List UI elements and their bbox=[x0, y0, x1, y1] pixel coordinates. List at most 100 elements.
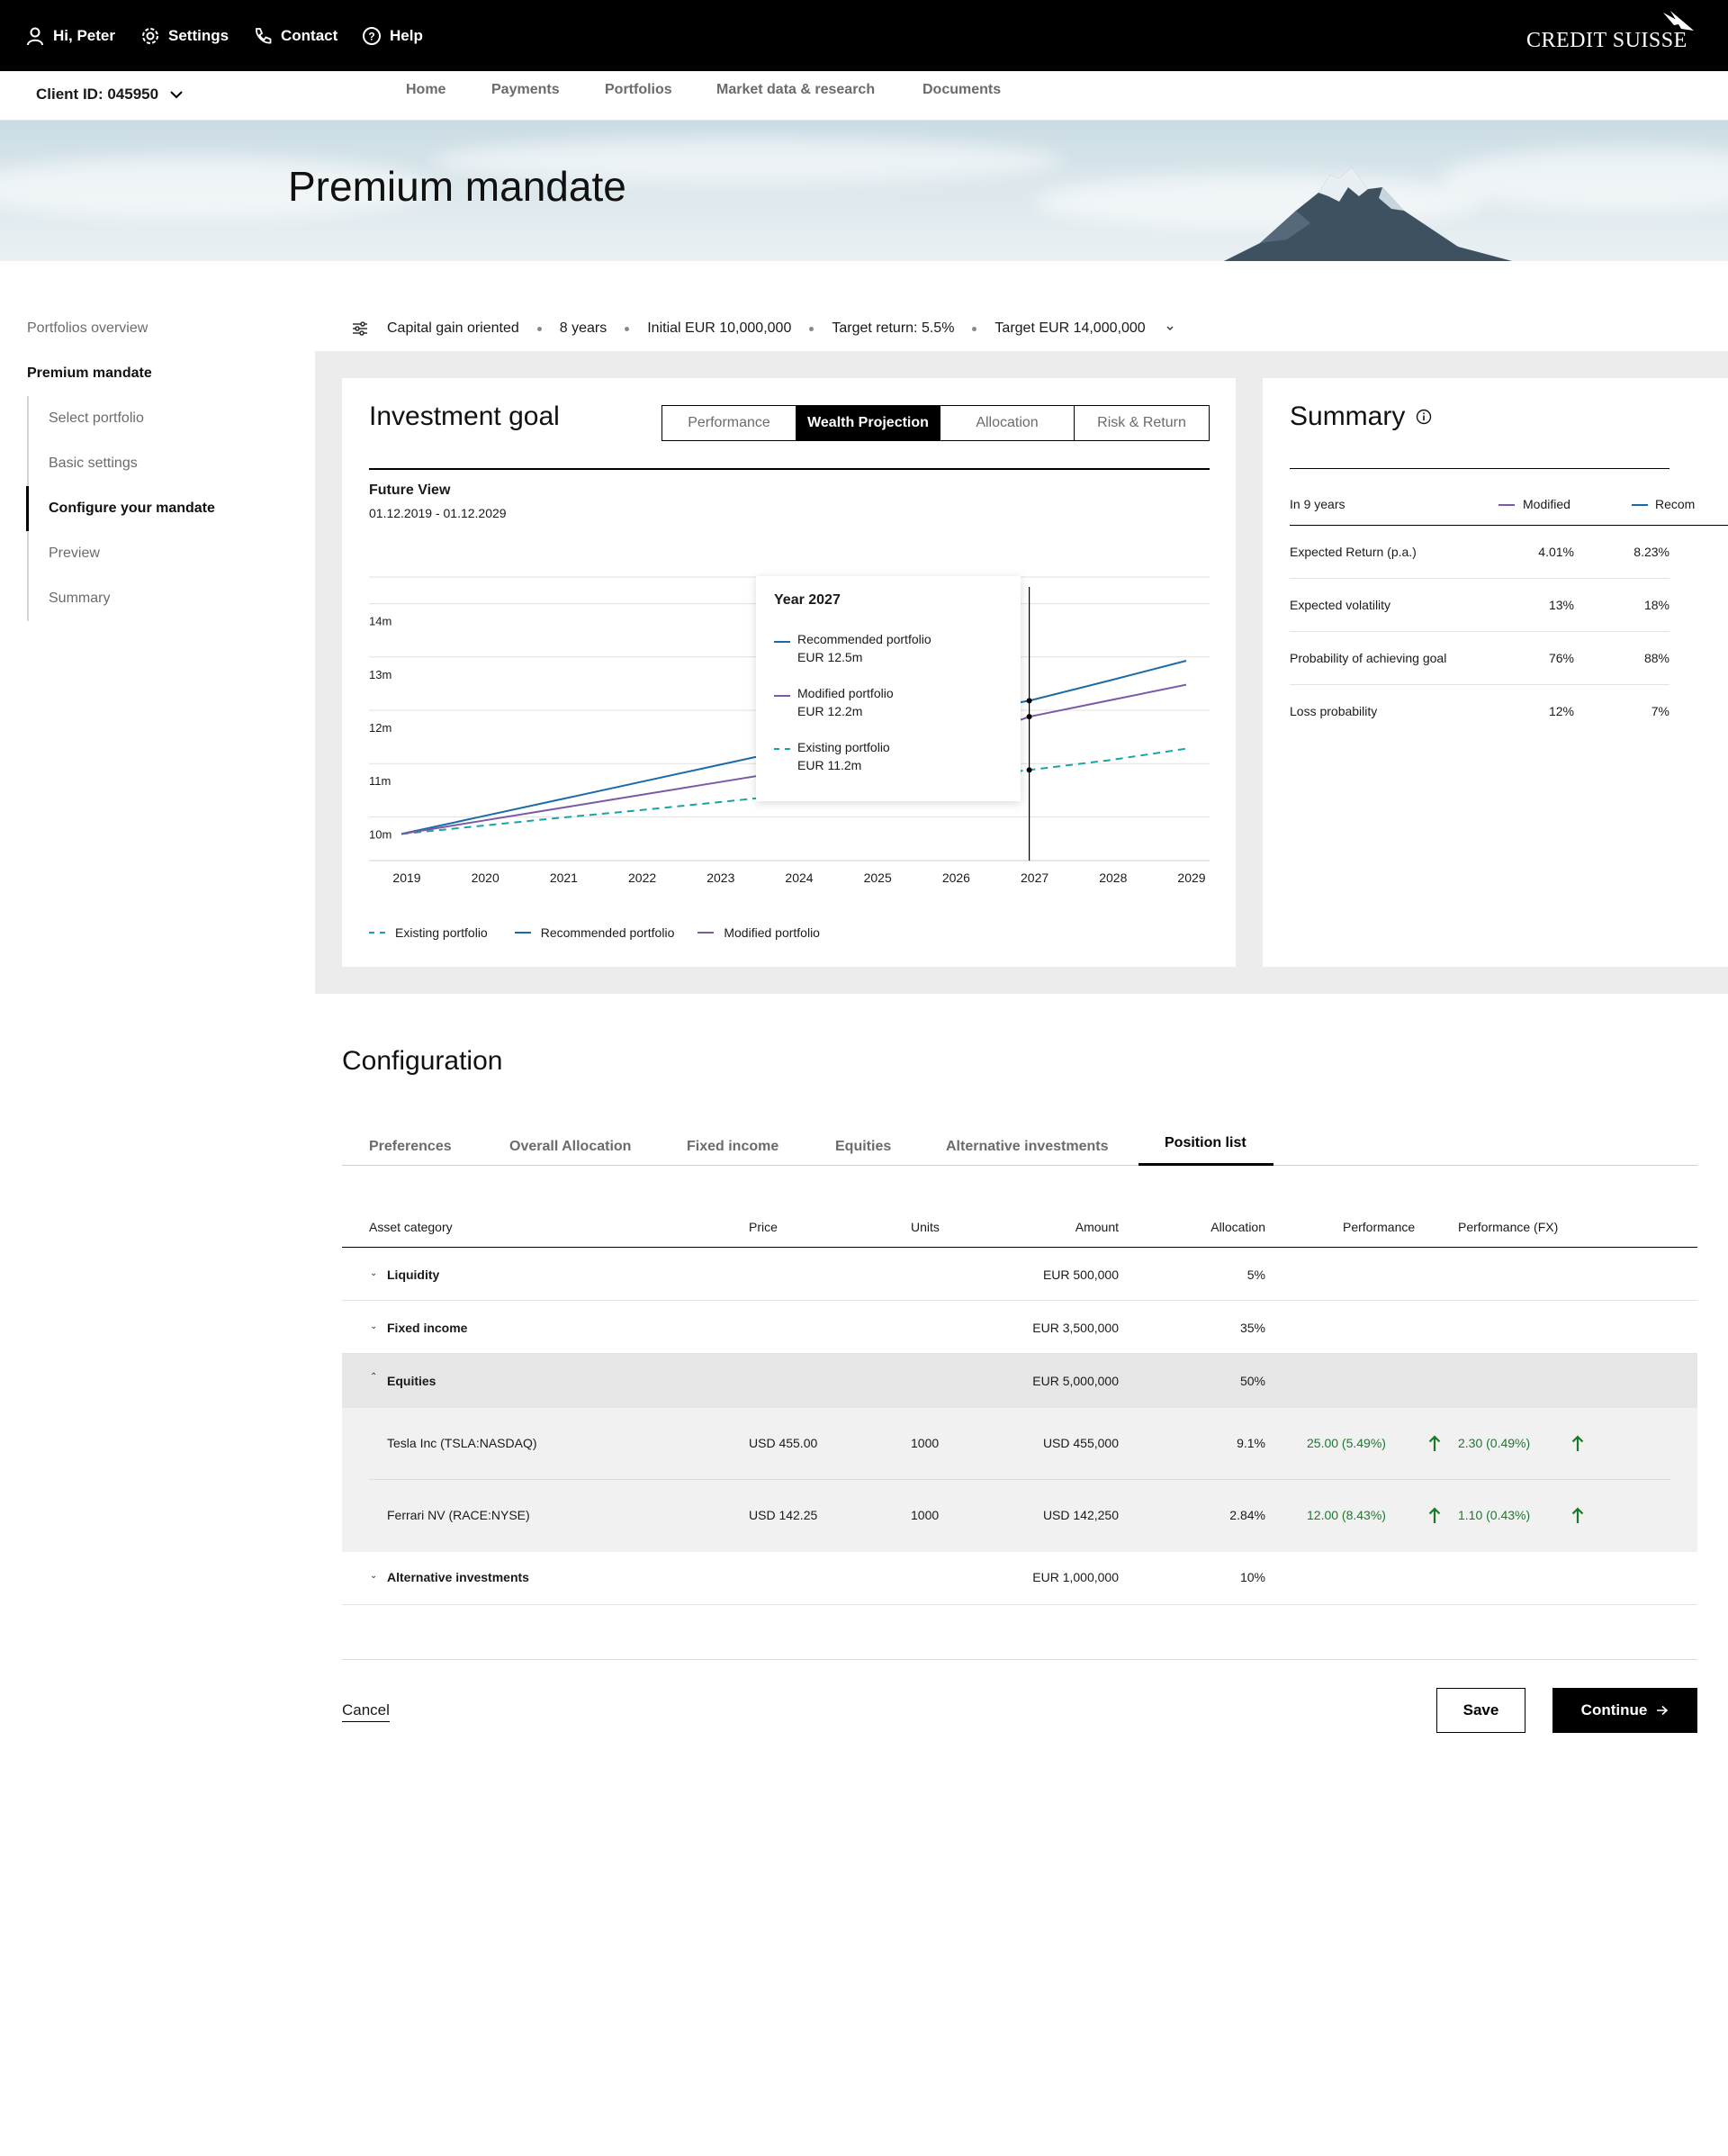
nav-portfolios[interactable]: Portfolios bbox=[605, 71, 672, 109]
step-preview[interactable]: Preview bbox=[49, 546, 100, 562]
position-row-tesla[interactable]: Tesla Inc (TSLA:NASDAQ) USD 455.00 1000 … bbox=[369, 1408, 1670, 1480]
x-tick-label: 2019 bbox=[392, 871, 420, 885]
x-tick-label: 2028 bbox=[1099, 871, 1127, 885]
nav-market-data[interactable]: Market data & research bbox=[716, 71, 875, 109]
save-button[interactable]: Save bbox=[1436, 1688, 1526, 1733]
tab-wealth-projection[interactable]: Wealth Projection bbox=[796, 406, 940, 440]
summary-row-label: Probability of achieving goal bbox=[1290, 651, 1447, 665]
position-performance: 12.00 (8.43%) bbox=[1307, 1508, 1386, 1522]
nav-home[interactable]: Home bbox=[406, 71, 446, 109]
settings-label: Settings bbox=[168, 26, 230, 44]
filter-horizon: 8 years bbox=[559, 320, 608, 336]
row-name: Fixed income bbox=[387, 1321, 468, 1335]
equities-positions: Tesla Inc (TSLA:NASDAQ) USD 455.00 1000 … bbox=[342, 1408, 1697, 1552]
phone-icon bbox=[256, 27, 272, 43]
position-name: Tesla Inc (TSLA:NASDAQ) bbox=[387, 1436, 537, 1450]
cancel-link[interactable]: Cancel bbox=[342, 1701, 390, 1722]
chevron-down-icon[interactable]: ⌄ bbox=[370, 1268, 377, 1278]
position-allocation: 2.84% bbox=[1229, 1508, 1265, 1522]
summary-row-label: Expected Return (p.a.) bbox=[1290, 545, 1417, 559]
configuration-tabs: Preferences Overall Allocation Fixed inc… bbox=[342, 1130, 1697, 1166]
table-row-equities[interactable]: ⌃ Equities EUR 5,000,000 50% bbox=[342, 1354, 1697, 1408]
nav-portfolios-overview[interactable]: Portfolios overview bbox=[27, 320, 148, 337]
nav-payments[interactable]: Payments bbox=[491, 71, 560, 109]
summary-row-recommended: 8.23% bbox=[1634, 545, 1670, 559]
x-tick-label: 2021 bbox=[550, 871, 578, 885]
nav-home-label: Home bbox=[406, 82, 446, 97]
summary-row-expected-volatility: Expected volatility 13% 18% bbox=[1290, 579, 1670, 632]
table-row-alternative-investments[interactable]: ⌄ Alternative investments EUR 1,000,000 … bbox=[342, 1552, 1697, 1605]
svg-text:?: ? bbox=[368, 30, 374, 42]
chart-subtitle: Future View bbox=[369, 483, 451, 498]
continue-button[interactable]: Continue bbox=[1552, 1688, 1697, 1733]
help-link[interactable]: ? Help bbox=[362, 0, 423, 71]
chevron-down-icon[interactable]: ⌄ bbox=[370, 1571, 377, 1581]
tab-allocation[interactable]: Allocation bbox=[940, 406, 1075, 440]
contact-link[interactable]: Contact bbox=[253, 0, 338, 71]
tab-preferences[interactable]: Preferences bbox=[369, 1139, 452, 1155]
summary-row-loss-probability: Loss probability 12% 7% bbox=[1290, 685, 1670, 738]
step-select-portfolio[interactable]: Select portfolio bbox=[49, 410, 144, 427]
row-name: Liquidity bbox=[387, 1267, 440, 1282]
info-icon[interactable] bbox=[1416, 409, 1432, 425]
tooltip-modified-value: EUR 12.2m bbox=[797, 704, 863, 718]
credit-suisse-logo[interactable]: CREDIT SUISSE bbox=[1526, 9, 1697, 59]
tooltip-swatch-modified bbox=[774, 695, 790, 697]
mountain-image bbox=[1224, 167, 1512, 261]
card-divider bbox=[369, 468, 1210, 470]
client-id-label: Client ID: 045950 bbox=[36, 86, 159, 103]
step-configure-mandate[interactable]: Configure your mandate bbox=[49, 501, 215, 517]
tab-risk-return[interactable]: Risk & Return bbox=[1075, 406, 1209, 440]
summary-row-goal-probability: Probability of achieving goal 76% 88% bbox=[1290, 632, 1670, 685]
chart-legend: Existing portfolio Recommended portfolio… bbox=[369, 925, 820, 940]
settings-link[interactable]: Settings bbox=[140, 0, 229, 71]
mandate-filter-bar[interactable]: Capital gain oriented 8 years Initial EU… bbox=[351, 315, 1174, 342]
tab-performance[interactable]: Performance bbox=[662, 406, 796, 440]
nav-premium-mandate[interactable]: Premium mandate bbox=[27, 365, 152, 382]
y-tick-label: 11m bbox=[369, 774, 391, 788]
step-basic-settings[interactable]: Basic settings bbox=[49, 456, 138, 472]
results-panel: Investment goal Performance Wealth Proje… bbox=[315, 351, 1728, 994]
step-summary[interactable]: Summary bbox=[49, 591, 110, 607]
x-tick-label: 2026 bbox=[942, 871, 970, 885]
arrow-up-icon bbox=[1571, 1507, 1584, 1523]
greeting-label: Hi, Peter bbox=[53, 26, 115, 44]
summary-row-recommended: 18% bbox=[1643, 598, 1670, 612]
position-name: Ferrari NV (RACE:NYSE) bbox=[387, 1508, 530, 1522]
row-allocation: 5% bbox=[1246, 1267, 1265, 1282]
hero-banner: Premium mandate bbox=[0, 121, 1728, 261]
tab-overall-allocation[interactable]: Overall Allocation bbox=[509, 1139, 631, 1155]
x-tick-label: 2027 bbox=[1021, 871, 1048, 885]
page-title: Premium mandate bbox=[288, 163, 626, 210]
footer-divider bbox=[342, 1659, 1697, 1660]
tab-fixed-income[interactable]: Fixed income bbox=[687, 1139, 778, 1155]
summary-period: In 9 years bbox=[1290, 497, 1346, 511]
client-id-selector[interactable]: Client ID: 045950 bbox=[36, 86, 184, 104]
chevron-down-icon[interactable]: ⌄ bbox=[370, 1322, 377, 1331]
active-tab-indicator bbox=[1138, 1163, 1274, 1166]
user-greeting-link[interactable]: Hi, Peter bbox=[25, 0, 115, 71]
row-name: Alternative investments bbox=[387, 1570, 529, 1584]
marker-point bbox=[1026, 767, 1032, 773]
row-amount: EUR 3,500,000 bbox=[1032, 1321, 1119, 1335]
continue-label: Continue bbox=[1580, 1701, 1648, 1718]
tooltip-title: Year 2027 bbox=[774, 592, 841, 608]
view-switcher: Performance Wealth Projection Allocation… bbox=[662, 405, 1210, 441]
chevron-up-icon[interactable]: ⌃ bbox=[370, 1372, 377, 1382]
legend-modified: Modified portfolio bbox=[724, 925, 820, 940]
tab-equities[interactable]: Equities bbox=[835, 1139, 891, 1155]
x-tick-label: 2020 bbox=[472, 871, 500, 885]
table-row-fixed-income[interactable]: ⌄ Fixed income EUR 3,500,000 35% bbox=[342, 1301, 1697, 1354]
nav-documents[interactable]: Documents bbox=[922, 71, 1001, 109]
table-row-liquidity[interactable]: ⌄ Liquidity EUR 500,000 5% bbox=[342, 1248, 1697, 1301]
summary-row-modified: 12% bbox=[1548, 704, 1574, 718]
table-header: Asset category Price Units Amount Alloca… bbox=[342, 1206, 1697, 1248]
save-label: Save bbox=[1462, 1701, 1499, 1718]
tab-position-list[interactable]: Position list bbox=[1165, 1135, 1246, 1151]
position-performance-fx: 1.10 (0.43%) bbox=[1458, 1508, 1531, 1522]
tab-alternative-investments[interactable]: Alternative investments bbox=[946, 1139, 1109, 1155]
nav-payments-label: Payments bbox=[491, 82, 560, 97]
position-row-ferrari[interactable]: Ferrari NV (RACE:NYSE) USD 142.25 1000 U… bbox=[369, 1480, 1670, 1552]
tooltip-existing-name: Existing portfolio bbox=[797, 740, 890, 754]
tooltip-existing-value: EUR 11.2m bbox=[797, 758, 862, 772]
